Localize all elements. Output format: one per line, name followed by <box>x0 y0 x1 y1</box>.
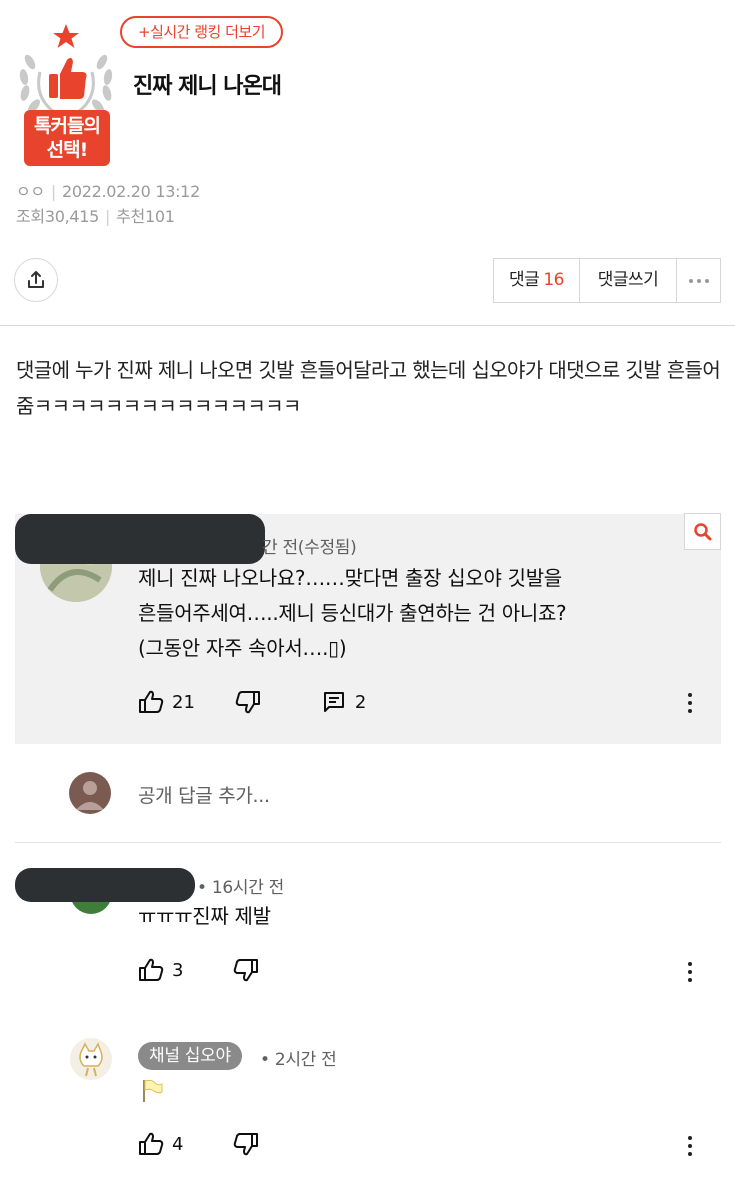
dislike-button[interactable] <box>235 690 261 714</box>
thumbs-down-icon <box>235 691 260 714</box>
thumbs-up-icon <box>139 1132 164 1155</box>
comment-time: • 16시간 전 <box>197 878 284 898</box>
cat-mascot-icon <box>70 1038 112 1080</box>
search-icon <box>693 522 711 540</box>
badge-label: 톡커들의 선택! <box>24 110 110 166</box>
thumbs-up-icon <box>139 958 164 981</box>
views-label: 조회 <box>16 207 45 226</box>
like-button[interactable] <box>138 690 164 714</box>
flag-emoji <box>140 1078 164 1104</box>
comment-line: 제니 진짜 나오나요?……맞다면 출장 십오야 깃발을 <box>138 566 562 590</box>
reply-count: 2 <box>354 691 367 713</box>
post-meta-stats: 조회30,415 | 추천101 <box>16 203 175 227</box>
like-button[interactable] <box>138 958 164 982</box>
comment-time: • 2시간 전 <box>260 1050 337 1070</box>
comment-line: 흔들어주세여…..제니 등신대가 출연하는 건 아니죠? <box>138 601 567 625</box>
comment-icon <box>323 692 344 712</box>
redacted-username <box>15 514 265 564</box>
redacted-username <box>15 868 195 902</box>
comment-actions: 3 <box>138 958 259 982</box>
badge-text-line1: 톡커들의 <box>34 115 101 137</box>
more-options-button[interactable] <box>677 259 720 302</box>
comment-menu-icon[interactable] <box>687 693 693 717</box>
like-count: 21 <box>172 691 195 713</box>
replies-button[interactable] <box>323 691 345 713</box>
thumbs-down-icon <box>234 1133 259 1156</box>
share-icon <box>28 271 44 288</box>
comment-line: (그동안 자주 속아서….▯) <box>138 636 347 660</box>
my-avatar <box>69 772 111 814</box>
share-button[interactable] <box>14 258 58 302</box>
channel-avatar[interactable] <box>70 1038 112 1080</box>
post-datetime: 2022.02.20 13:12 <box>61 182 200 201</box>
meta-separator: | <box>105 207 111 226</box>
comment-actions: 4 <box>138 1132 259 1156</box>
comment-text: 제니 진짜 나오나요?……맞다면 출장 십오야 깃발을 흔들어주세여…..제니 … <box>138 561 567 666</box>
realtime-ranking-button[interactable]: +실시간 랭킹 더보기 <box>120 16 284 48</box>
like-button[interactable] <box>138 1132 164 1156</box>
comment-actions: 21 2 <box>138 690 366 714</box>
comments-label: 댓글 <box>509 270 540 290</box>
comments-count: 16 <box>543 270 564 290</box>
like-count: 4 <box>172 1133 184 1155</box>
dislike-button[interactable] <box>233 1132 259 1156</box>
more-horizontal-icon <box>688 278 709 283</box>
badge-text-line2: 선택! <box>46 139 89 161</box>
likes-label: 추천 <box>116 207 145 226</box>
post-meta-author-date: ㅇㅇ | 2022.02.20 13:12 <box>16 178 200 202</box>
content-divider <box>0 325 735 326</box>
write-comment-button[interactable]: 댓글쓰기 <box>580 259 677 302</box>
add-reply-input[interactable]: 공개 답글 추가... <box>138 781 270 808</box>
image-zoom-button[interactable] <box>684 513 721 550</box>
comments-button[interactable]: 댓글 16 <box>494 259 580 302</box>
thumbs-up-icon <box>139 690 164 713</box>
post-title: 진짜 제니 나온대 <box>133 74 282 99</box>
person-icon <box>76 781 104 810</box>
flag-icon <box>143 1079 163 1102</box>
meta-separator: | <box>50 182 56 201</box>
comment-menu-icon[interactable] <box>687 962 693 986</box>
talkers-choice-badge: 톡커들의 선택! <box>14 22 118 168</box>
post-action-group: 댓글 16 댓글쓰기 <box>493 258 721 303</box>
comment-time: 간 전(수정됨) <box>262 538 357 558</box>
channel-name-badge[interactable]: 채널 십오야 <box>138 1042 242 1070</box>
author-name[interactable]: ㅇㅇ <box>16 182 45 201</box>
thumbs-down-icon <box>234 959 259 982</box>
comment-menu-icon[interactable] <box>687 1136 693 1160</box>
comment-divider <box>15 842 721 843</box>
laurel-thumbs-up-icon <box>19 24 113 114</box>
dislike-button[interactable] <box>233 958 259 982</box>
views-count: 30,415 <box>44 207 100 226</box>
likes-count: 101 <box>144 207 175 226</box>
like-count: 3 <box>172 959 184 981</box>
post-body: 댓글에 누가 진짜 제니 나오면 깃발 흔들어달라고 했는데 십오야가 대댓으로… <box>16 358 721 418</box>
comment-text: ㅠㅠㅠ진짜 제발 <box>138 904 271 928</box>
